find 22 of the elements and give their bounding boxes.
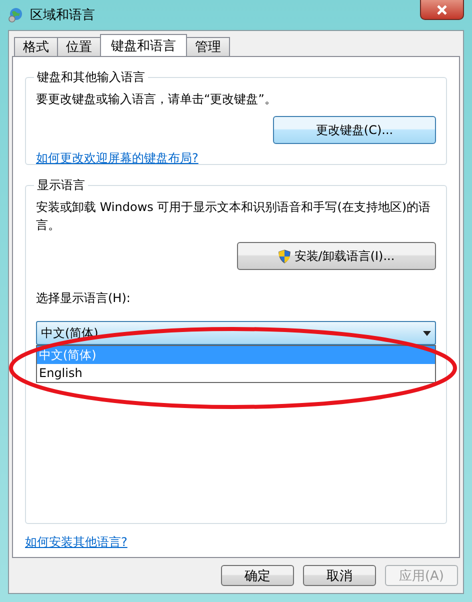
group-title: 键盘和其他输入语言: [36, 69, 146, 86]
change-keyboard-button[interactable]: 更改键盘(C)...: [273, 116, 436, 144]
dropdown-arrow-icon: [423, 330, 431, 336]
group-title: 显示语言: [36, 177, 86, 194]
tab[interactable]: 管理: [186, 37, 230, 56]
dropdown-option[interactable]: English: [37, 364, 435, 382]
description-text: 安装或卸载 Windows 可用于显示文本和识别语音和手写(在支持地区)的语言。: [36, 199, 432, 234]
close-button[interactable]: [420, 0, 464, 20]
help-link[interactable]: 如何更改欢迎屏幕的键盘布局?: [36, 150, 198, 167]
tab[interactable]: 键盘和语言: [100, 34, 187, 56]
globe-icon: [8, 7, 24, 23]
shield-icon: [278, 248, 292, 264]
dialog-button[interactable]: 取消: [303, 565, 376, 586]
window-title: 区域和语言: [30, 7, 95, 24]
tab[interactable]: 格式: [14, 37, 58, 56]
dialog-button[interactable]: 确定: [221, 565, 294, 586]
description-text: 要更改键盘或输入语言，请单击“更改键盘”。: [36, 91, 278, 108]
tab[interactable]: 位置: [57, 37, 101, 56]
help-link[interactable]: 如何安装其他语言?: [25, 534, 128, 551]
install-language-button[interactable]: 安装/卸载语言(I)...: [237, 242, 436, 270]
select-label: 选择显示语言(H):: [36, 290, 132, 307]
close-icon: [436, 4, 448, 14]
